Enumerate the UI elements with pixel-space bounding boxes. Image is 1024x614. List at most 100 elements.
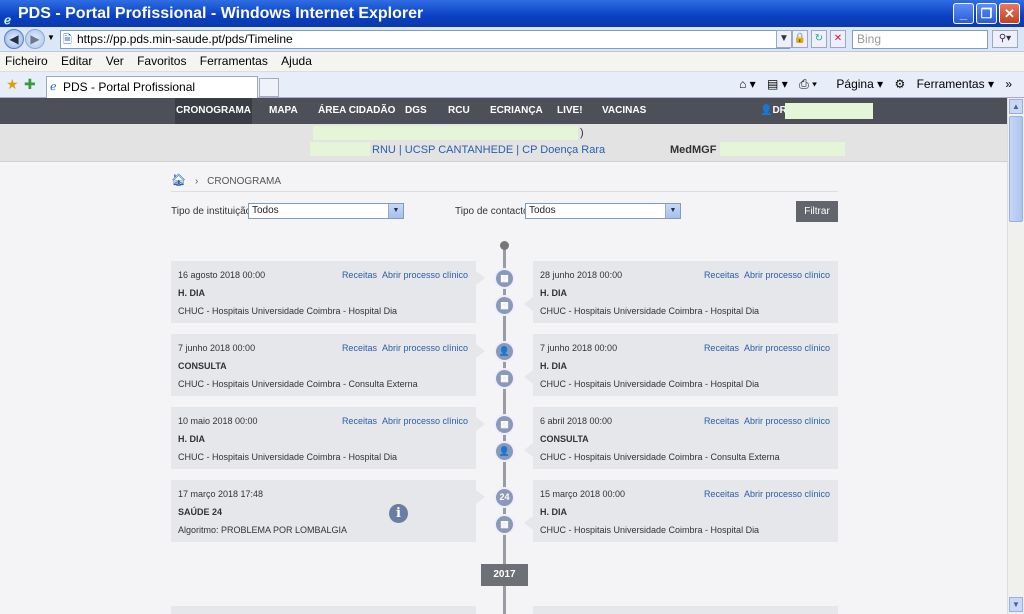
receitas-link[interactable]: Receitas	[342, 343, 377, 353]
entry-type: H. DIA	[540, 361, 567, 371]
user-name-redacted	[785, 103, 873, 119]
receitas-link[interactable]: Receitas	[704, 270, 739, 280]
open-record-link[interactable]: Abrir processo clínico	[744, 416, 830, 426]
new-tab-button[interactable]	[259, 78, 279, 97]
entry-institution: CHUC - Hospitais Universidade Coimbra - …	[540, 379, 760, 389]
timeline-entry: 17 março 2018 17:48 SAÚDE 24 Algoritmo: …	[171, 480, 485, 542]
entry-institution: CHUC - Hospitais Universidade Coimbra - …	[540, 306, 760, 316]
feeds-icon[interactable]: ▤ ▾	[767, 77, 788, 91]
institution-select[interactable]: Todos ▼	[248, 203, 404, 219]
stop-icon[interactable]: ✕	[830, 30, 846, 48]
history-dropdown-icon[interactable]: ▼	[47, 33, 55, 42]
nav-mapa[interactable]: MAPA	[269, 98, 298, 124]
chevron-more-icon[interactable]: »	[1005, 77, 1012, 91]
scroll-up-icon[interactable]: ▲	[1009, 99, 1023, 114]
title-bar: ℯ PDS - Portal Profissional - Windows In…	[0, 0, 1024, 27]
menu-ficheiro[interactable]: Ficheiro	[0, 52, 53, 68]
command-bar: ⌂ ▾ ▤ ▾ ⎙ ▾ Página ▾ ⚙ Ferramentas ▾ »	[731, 77, 1012, 92]
receitas-link[interactable]: Receitas	[704, 489, 739, 499]
chevron-right-icon: ›	[195, 176, 199, 187]
entry-date: 15 março 2018 00:00	[540, 489, 626, 499]
open-record-link[interactable]: Abrir processo clínico	[382, 416, 468, 426]
home-icon[interactable]: 🏠︎	[171, 173, 186, 187]
timeline-entry: 16 agosto 2018 00:00 Receitas Abrir proce…	[171, 261, 485, 323]
patient-links[interactable]: RNU | UCSP CANTANHEDE | CP Doença Rara	[372, 144, 605, 156]
entry-institution: CHUC - Hospitais Universidade Coimbra - …	[178, 379, 418, 389]
refresh-icon[interactable]: ↻	[811, 30, 827, 48]
hospital-icon[interactable]: ▦	[494, 514, 515, 535]
year-marker: 2017	[481, 564, 528, 586]
timeline-entry: 7 junho 2018 00:00 Receitas Abrir process…	[524, 334, 838, 396]
open-record-link[interactable]: Abrir processo clínico	[744, 343, 830, 353]
open-record-link[interactable]: Abrir processo clínico	[382, 270, 468, 280]
menu-bar: Ficheiro Editar Ver Favoritos Ferramenta…	[0, 52, 1024, 72]
open-record-link[interactable]: Abrir processo clínico	[382, 343, 468, 353]
doctor-icon[interactable]: 👤	[494, 441, 515, 462]
home-icon[interactable]: ⌂ ▾	[739, 77, 756, 91]
add-favorites-icon[interactable]: ✚	[24, 76, 36, 93]
timeline-entry: 28 junho 2018 00:00 Receitas Abrir proces…	[524, 261, 838, 323]
info-icon[interactable]: i	[389, 504, 408, 523]
browser-window: ℯ PDS - Portal Profissional - Windows In…	[0, 0, 1024, 614]
open-record-link[interactable]: Abrir processo clínico	[744, 489, 830, 499]
back-icon[interactable]: ◀	[4, 29, 24, 49]
menu-ferramentas[interactable]: Ferramentas	[195, 52, 273, 68]
filter-button[interactable]: Filtrar	[796, 201, 838, 222]
menu-editar[interactable]: Editar	[56, 52, 97, 68]
hospital-icon[interactable]: ▦	[494, 414, 515, 435]
vertical-scrollbar[interactable]: ▲ ▼	[1007, 98, 1024, 614]
forward-icon[interactable]: ▶	[25, 29, 45, 49]
search-input[interactable]: Bing	[852, 30, 988, 49]
url-input[interactable]: 🗎 https://pp.pds.min-saude.pt/pds/Timeli…	[60, 30, 790, 49]
minimize-button[interactable]: _	[953, 3, 974, 24]
nav-cronograma[interactable]: CRONOGRAMA	[175, 98, 252, 124]
entry-type: CONSULTA	[540, 434, 589, 444]
receitas-link[interactable]: Receitas	[342, 270, 377, 280]
nav-dgs[interactable]: DGS	[405, 98, 427, 124]
timeline-entry: 10 maio 2018 00:00 Receitas Abrir process…	[171, 407, 485, 469]
hospital-icon[interactable]: ▦	[494, 268, 515, 289]
search-icon[interactable]: ⚲▾	[992, 30, 1018, 48]
contact-filter-label: Tipo de contacto	[455, 206, 529, 217]
patient-tag: MedMGF	[670, 144, 717, 156]
close-button[interactable]: ✕	[999, 3, 1020, 24]
open-record-link[interactable]: Abrir processo clínico	[744, 270, 830, 280]
breadcrumb-current: CRONOGRAMA	[207, 176, 282, 187]
patient-extra-redacted	[720, 142, 845, 156]
restore-button[interactable]: ❐	[976, 3, 997, 24]
nav-area-cidadao[interactable]: ÁREA CIDADÃO	[318, 98, 395, 124]
url-dropdown-icon[interactable]: ▼	[776, 30, 792, 48]
timeline-entry-partial	[171, 606, 476, 614]
favorites-star-icon[interactable]: ★	[6, 76, 19, 93]
entry-date: 28 junho 2018 00:00	[540, 270, 623, 280]
menu-ajuda[interactable]: Ajuda	[276, 52, 317, 68]
timeline-entry: 15 março 2018 00:00 Receitas Abrir proces…	[524, 480, 838, 542]
receitas-link[interactable]: Receitas	[342, 416, 377, 426]
receitas-link[interactable]: Receitas	[704, 343, 739, 353]
nav-rcu[interactable]: RCU	[448, 98, 470, 124]
entry-date: 7 junho 2018 00:00	[540, 343, 618, 353]
menu-favoritos[interactable]: Favoritos	[132, 52, 191, 68]
entry-date: 7 junho 2018 00:00	[178, 343, 256, 353]
print-icon[interactable]: ⎙ ▾	[799, 77, 817, 91]
lock-icon[interactable]: 🔒	[792, 30, 808, 48]
doctor-icon[interactable]: 👤	[494, 341, 515, 362]
breadcrumb: 🏠︎ › CRONOGRAMA	[171, 173, 838, 192]
receitas-link[interactable]: Receitas	[704, 416, 739, 426]
page-viewport: CRONOGRAMA MAPA ÁREA CIDADÃO DGS RCU ECR…	[0, 98, 1007, 614]
nav-live[interactable]: LIVE!	[557, 98, 583, 124]
entry-date: 17 março 2018 17:48	[178, 489, 264, 499]
saude24-icon[interactable]: 24	[494, 487, 515, 508]
tools-menu[interactable]: ⚙ Ferramentas ▾	[894, 77, 993, 91]
hospital-icon[interactable]: ▦	[494, 368, 515, 389]
hospital-icon[interactable]: ▦	[494, 295, 515, 316]
nav-vacinas[interactable]: VACINAS	[602, 98, 646, 124]
menu-ver[interactable]: Ver	[101, 52, 129, 68]
contact-select[interactable]: Todos ▼	[525, 203, 681, 219]
entry-date: 6 abril 2018 00:00	[540, 416, 613, 426]
scroll-down-icon[interactable]: ▼	[1009, 597, 1023, 612]
nav-ecrianca[interactable]: ECRIANÇA	[490, 98, 543, 124]
tab-pds[interactable]: ℯ PDS - Portal Profissional	[46, 76, 258, 98]
scroll-thumb[interactable]	[1009, 116, 1023, 222]
page-menu[interactable]: Página ▾	[828, 77, 883, 91]
